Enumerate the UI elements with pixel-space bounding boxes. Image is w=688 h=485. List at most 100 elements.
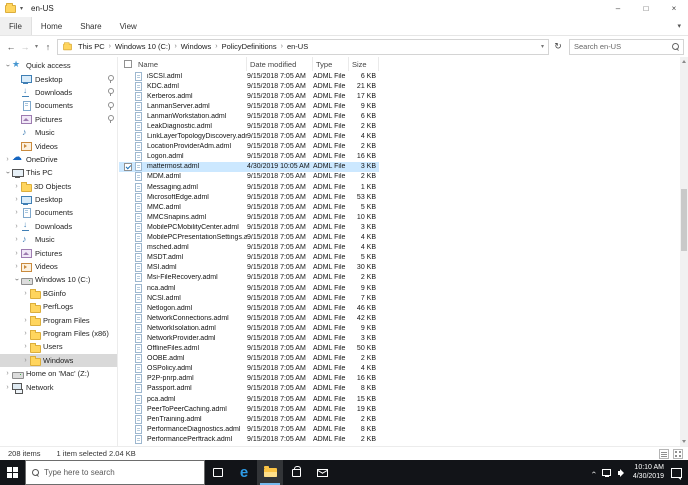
search-input[interactable] bbox=[574, 42, 672, 51]
sidebar-item-perflogs[interactable]: PerfLogs bbox=[0, 300, 117, 313]
edge-button[interactable]: e bbox=[231, 460, 257, 485]
file-row[interactable]: Passport.adml 9/15/2018 7:05 AM ADML File 8… bbox=[119, 384, 379, 394]
file-row[interactable]: Logon.adml 9/15/2018 7:05 AM ADML File 16 K… bbox=[119, 152, 379, 162]
sidebar-item-windows[interactable]: › Windows bbox=[0, 353, 117, 367]
minimize-button[interactable]: – bbox=[604, 0, 632, 17]
expand-icon[interactable]: › bbox=[21, 343, 30, 350]
file-row[interactable]: OSPolicy.adml 9/15/2018 7:05 AM ADML File 4… bbox=[119, 364, 379, 374]
taskbar-search[interactable]: Type here to search bbox=[25, 460, 205, 485]
hidden-icons-chevron[interactable]: › bbox=[589, 471, 598, 474]
sidebar-item-documents[interactable]: Documents bbox=[0, 99, 117, 112]
file-row[interactable]: mattermost.adml 4/30/2019 10:05 AM ADML Fi… bbox=[119, 161, 379, 172]
expand-icon[interactable]: › bbox=[3, 370, 12, 377]
action-center-icon[interactable] bbox=[671, 467, 682, 480]
sidebar-item-desktop[interactable]: › Desktop bbox=[0, 193, 117, 206]
sidebar-item-windows-10-c[interactable]: › Windows 10 (C:) bbox=[0, 273, 117, 286]
expand-icon[interactable]: › bbox=[12, 236, 21, 243]
file-row[interactable]: MMC.adml 9/15/2018 7:05 AM ADML File 5 KB bbox=[119, 202, 379, 212]
file-row[interactable]: MSDT.adml 9/15/2018 7:05 AM ADML File 5 KB bbox=[119, 253, 379, 263]
sidebar-item-desktop[interactable]: Desktop bbox=[0, 72, 117, 85]
sidebar-item-home-on-mac-z[interactable]: › Home on 'Mac' (Z:) bbox=[0, 367, 117, 380]
expand-icon[interactable]: › bbox=[21, 357, 30, 364]
file-row[interactable]: NetworkProvider.adml 9/15/2018 7:05 AM ADM… bbox=[119, 333, 379, 343]
file-row[interactable]: OOBE.adml 9/15/2018 7:05 AM ADML File 2 KB bbox=[119, 354, 379, 364]
sidebar-item-users[interactable]: › Users bbox=[0, 340, 117, 353]
file-row[interactable]: MicrosoftEdge.adml 9/15/2018 7:05 AM ADML … bbox=[119, 192, 379, 202]
mail-button[interactable] bbox=[309, 460, 335, 485]
file-row[interactable]: MDM.adml 9/15/2018 7:05 AM ADML File 2 KB bbox=[119, 172, 379, 182]
expand-icon[interactable]: › bbox=[3, 384, 12, 391]
expand-icon[interactable]: › bbox=[21, 290, 30, 297]
expand-icon[interactable]: › bbox=[21, 317, 30, 324]
sidebar-item-quick-access[interactable]: › Quick access bbox=[0, 59, 117, 72]
expand-icon[interactable]: › bbox=[3, 156, 12, 163]
sidebar-item-onedrive[interactable]: › OneDrive bbox=[0, 152, 117, 166]
volume-icon[interactable] bbox=[617, 468, 626, 477]
file-row[interactable]: KDC.adml 9/15/2018 7:05 AM ADML File 21 KB bbox=[119, 81, 379, 91]
expand-icon[interactable]: › bbox=[12, 196, 21, 203]
close-button[interactable]: × bbox=[660, 0, 688, 17]
scrollbar-thumb[interactable] bbox=[681, 189, 687, 251]
vertical-scrollbar[interactable] bbox=[680, 57, 688, 446]
sidebar-item-videos[interactable]: Videos bbox=[0, 139, 117, 152]
address-bar[interactable]: This PC › Windows 10 (C:) › Windows › Po… bbox=[57, 38, 549, 55]
file-row[interactable]: NetworkIsolation.adml 9/15/2018 7:05 AM AD… bbox=[119, 323, 379, 333]
store-button[interactable] bbox=[283, 460, 309, 485]
file-row[interactable]: MobilePCPresentationSettings.adml9/15/20… bbox=[119, 233, 379, 243]
file-row[interactable]: NCSI.adml 9/15/2018 7:05 AM ADML File 7 KB bbox=[119, 293, 379, 303]
file-row[interactable]: Msi-FileRecovery.adml 9/15/2018 7:05 AM AD… bbox=[119, 273, 379, 283]
column-header-type[interactable]: Type bbox=[313, 57, 349, 71]
file-row[interactable]: pca.adml 9/15/2018 7:05 AM ADML File 15 KB bbox=[119, 394, 379, 404]
column-header-name[interactable]: Name bbox=[135, 57, 247, 71]
breadcrumb-en-us[interactable]: en-US bbox=[284, 42, 311, 51]
sidebar-item-bginfo[interactable]: › BGinfo bbox=[0, 287, 117, 300]
sidebar-item-pictures[interactable]: › Pictures bbox=[0, 246, 117, 259]
back-button[interactable]: ← bbox=[4, 42, 18, 52]
expand-icon[interactable]: › bbox=[12, 250, 21, 257]
file-row[interactable]: LinkLayerTopologyDiscovery.adml 9/15/2018… bbox=[119, 132, 379, 142]
sidebar-item-3d-objects[interactable]: › 3D Objects bbox=[0, 180, 117, 193]
task-view-button[interactable] bbox=[205, 460, 231, 485]
expand-icon[interactable]: › bbox=[12, 223, 21, 230]
sidebar-item-downloads[interactable]: › Downloads bbox=[0, 220, 117, 233]
file-row[interactable]: PenTraining.adml 9/15/2018 7:05 AM ADML Fi… bbox=[119, 414, 379, 424]
network-icon[interactable] bbox=[601, 469, 611, 477]
file-row[interactable]: Kerberos.adml 9/15/2018 7:05 AM ADML File 1… bbox=[119, 91, 379, 101]
file-row[interactable]: LocationProviderAdm.adml 9/15/2018 7:05 A… bbox=[119, 142, 379, 152]
file-row[interactable]: Netlogon.adml 9/15/2018 7:05 AM ADML File 4… bbox=[119, 303, 379, 313]
expand-icon[interactable]: › bbox=[12, 183, 21, 190]
sidebar-item-this-pc[interactable]: › This PC bbox=[0, 166, 117, 179]
expand-icon[interactable]: › bbox=[12, 263, 21, 270]
scroll-up-icon[interactable] bbox=[682, 60, 686, 63]
file-row[interactable]: PerformanceDiagnostics.adml 9/15/2018 7:0… bbox=[119, 424, 379, 434]
maximize-button[interactable]: □ bbox=[632, 0, 660, 17]
details-view-button[interactable] bbox=[659, 449, 669, 459]
search-box[interactable] bbox=[569, 38, 684, 55]
breadcrumb-policydefinitions[interactable]: PolicyDefinitions bbox=[219, 42, 280, 51]
select-all-checkbox-cell[interactable] bbox=[121, 57, 135, 71]
file-row[interactable]: Messaging.adml 9/15/2018 7:05 AM ADML File… bbox=[119, 182, 379, 192]
file-row[interactable]: LanmanServer.adml 9/15/2018 7:05 AM ADML F… bbox=[119, 101, 379, 111]
forward-button[interactable]: → bbox=[18, 42, 32, 52]
refresh-button[interactable]: ↻ bbox=[549, 41, 567, 52]
address-dropdown-icon[interactable]: ▾ bbox=[541, 43, 544, 50]
recent-locations-dropdown-icon[interactable]: ▾ bbox=[32, 43, 41, 50]
tab-view[interactable]: View bbox=[111, 17, 146, 35]
sidebar-item-pictures[interactable]: Pictures bbox=[0, 113, 117, 126]
tab-file[interactable]: File bbox=[0, 17, 32, 35]
tab-share[interactable]: Share bbox=[71, 17, 110, 35]
sidebar-item-program-files[interactable]: › Program Files bbox=[0, 313, 117, 327]
sidebar-item-documents[interactable]: › Documents bbox=[0, 206, 117, 219]
sidebar-item-music[interactable]: Music bbox=[0, 126, 117, 139]
sidebar-item-downloads[interactable]: Downloads bbox=[0, 86, 117, 99]
breadcrumb-this-pc[interactable]: This PC bbox=[75, 42, 108, 51]
sidebar-item-videos[interactable]: › Videos bbox=[0, 260, 117, 273]
file-row[interactable]: OfflineFiles.adml 9/15/2018 7:05 AM ADML F… bbox=[119, 344, 379, 354]
file-row[interactable]: nca.adml 9/15/2018 7:05 AM ADML File 9 KB bbox=[119, 283, 379, 293]
sidebar-item-music[interactable]: › Music bbox=[0, 233, 117, 246]
expand-icon[interactable]: › bbox=[21, 330, 30, 337]
file-row[interactable]: MobilePCMobilityCenter.adml 9/15/2018 7:0… bbox=[119, 222, 379, 232]
start-button[interactable] bbox=[0, 460, 25, 485]
breadcrumb-windows[interactable]: Windows bbox=[178, 42, 214, 51]
scroll-down-icon[interactable] bbox=[682, 440, 686, 443]
